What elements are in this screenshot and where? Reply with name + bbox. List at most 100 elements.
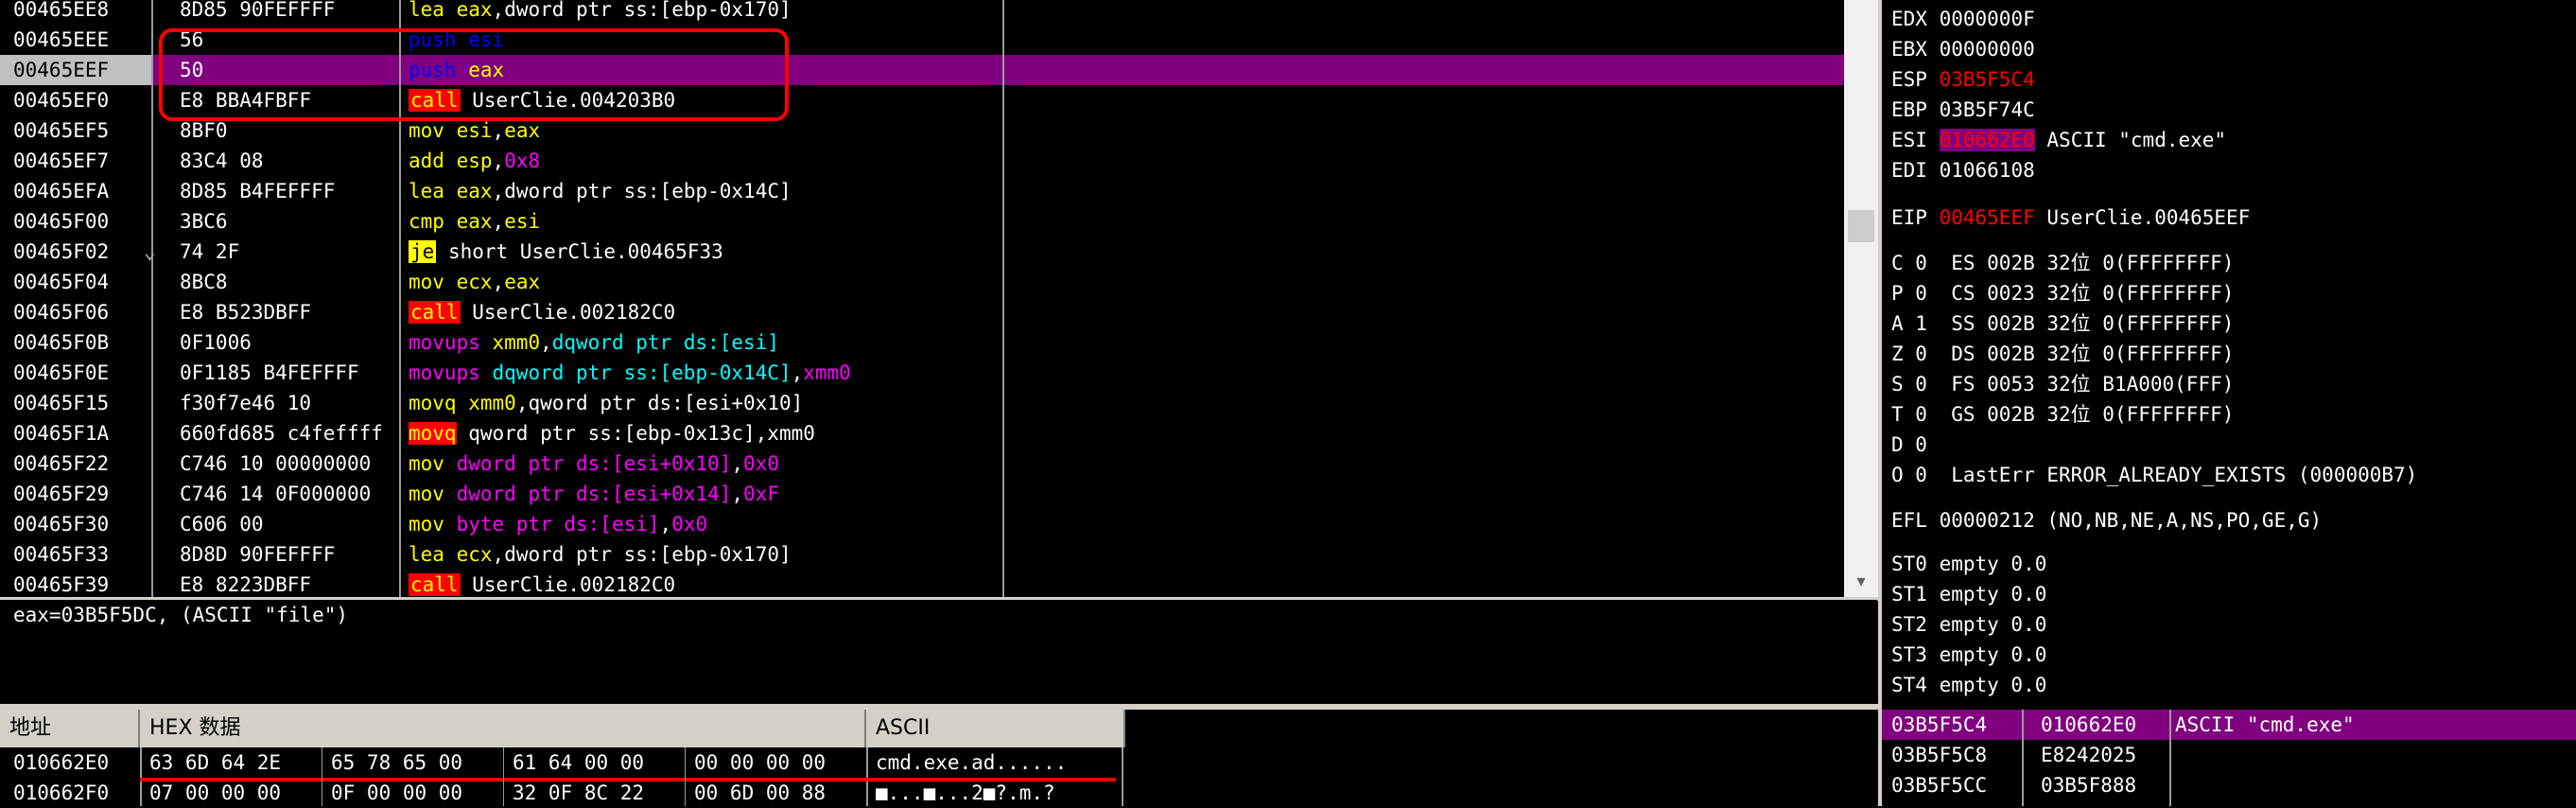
disasm-row[interactable]: 00465F04 8BC8 mov ecx,eax xyxy=(0,267,1844,297)
fpu-row[interactable]: ST3 empty 0.0 xyxy=(1891,640,2046,670)
disasm-row[interactable]: 00465F33 8D8D 90FEFFFF lea ecx,dword ptr s… xyxy=(0,539,1844,570)
register-ebp[interactable]: EBP 03B5F74C xyxy=(1891,95,2035,125)
dump-hex-group[interactable]: 32 0F 8C 22 xyxy=(513,778,644,808)
dump-hex-group[interactable]: 63 6D 64 2E xyxy=(149,747,281,778)
disasm-mnemonic: je xyxy=(409,240,437,263)
disasm-address: 00465F02 xyxy=(13,240,110,263)
disasm-operand: , xyxy=(492,0,505,21)
disasm-operand: , xyxy=(540,331,552,354)
disasm-operand: dword ptr ss:[ebp-0x170] xyxy=(504,543,792,566)
disasm-operand: byte ptr ds:[esi] xyxy=(456,513,660,536)
segment-value: DS 002B 32位 0(FFFFFFFF) xyxy=(1951,343,2235,365)
flag-value: D 0 xyxy=(1891,433,1927,456)
fpu-row[interactable]: ST4 empty 0.0 xyxy=(1891,670,2046,700)
flag-row[interactable]: O 0 LastErr ERROR_ALREADY_EXISTS (000000… xyxy=(1891,460,2417,490)
register-edi[interactable]: EDI 01066108 xyxy=(1891,155,2035,185)
register-esi[interactable]: ESI 010662E0 ASCII "cmd.exe" xyxy=(1891,125,2226,155)
disasm-mnemonic: call xyxy=(409,301,461,324)
disasm-bytes: 74 2F xyxy=(180,240,240,263)
fpu-row[interactable]: ST1 empty 0.0 xyxy=(1891,579,2046,609)
disasm-operand: dword ptr ss:[ebp-0x170] xyxy=(504,0,792,21)
dump-header-ascii[interactable]: ASCII xyxy=(866,710,1125,747)
dump-hex-group[interactable]: 07 00 00 00 xyxy=(149,778,281,808)
fpu-row[interactable]: ST2 empty 0.0 xyxy=(1891,609,2046,640)
disasm-instruction: lea eax,dword ptr ss:[ebp-0x14C] xyxy=(409,176,792,206)
register-value: 03B5F5C4 xyxy=(1939,68,2035,91)
disasm-instruction: movups xmm0,dqword ptr ds:[esi] xyxy=(409,327,779,358)
stack-row[interactable]: 03B5F5C8 E8242025 xyxy=(1882,740,2576,770)
flag-row[interactable]: S 0 FS 0053 32位 B1A000(FFF) xyxy=(1891,369,2234,399)
flag-row[interactable]: C 0 ES 002B 32位 0(FFFFFFFF) xyxy=(1891,248,2234,278)
dump-hex-group[interactable]: 65 78 65 00 xyxy=(331,747,462,778)
stack-row[interactable]: 03B5F5CC 03B5F888 xyxy=(1882,770,2576,800)
register-esp[interactable]: ESP 03B5F5C4 xyxy=(1891,64,2035,95)
dump-hex-group[interactable]: 00 6D 00 88 xyxy=(694,778,826,808)
disasm-address: 00465F22 xyxy=(13,452,110,475)
disasm-address: 00465F1A xyxy=(13,422,110,445)
disasm-operand: 0x0 xyxy=(671,513,708,536)
info-line: eax=03B5F5DC, (ASCII "file") xyxy=(13,604,349,626)
stack-row[interactable]: 03B5F5C4 010662E0 ASCII "cmd.exe" xyxy=(1882,710,2576,740)
flag-row[interactable]: T 0 GS 002B 32位 0(FFFFFFFF) xyxy=(1891,399,2234,430)
disasm-row[interactable]: 00465EFA 8D85 B4FEFFFF lea eax,dword ptr s… xyxy=(0,176,1844,206)
dump-header-address[interactable]: 地址 xyxy=(0,710,140,747)
fpu-row[interactable]: ST0 empty 0.0 xyxy=(1891,549,2046,579)
registers-pane[interactable]: EDX 0000000F EBX 00000000 ESP 03B5F5C4 E… xyxy=(1882,0,2576,704)
disasm-row[interactable]: 00465EF7 83C4 08 add esp,0x8 xyxy=(0,146,1844,176)
disasm-mnemonic: lea xyxy=(409,543,444,566)
flag-row[interactable]: P 0 CS 0023 32位 0(FFFFFFFF) xyxy=(1891,278,2234,308)
disassembly-pane[interactable]: 00465EE8 8D85 90FEFFFF lea eax,dword ptr s… xyxy=(0,0,1844,597)
disasm-bytes: 8D85 B4FEFFFF xyxy=(180,180,336,202)
scroll-down-arrow-icon[interactable]: ▾ xyxy=(1844,568,1878,596)
disasm-address: 00465EF5 xyxy=(13,119,110,142)
annotation-box xyxy=(159,28,789,121)
disasm-row[interactable]: 00465F06 E8 B523DBFF call UserClie.002182C… xyxy=(0,297,1844,327)
scrollbar-thumb[interactable] xyxy=(1848,210,1874,242)
register-value: 03B5F74C xyxy=(1939,98,2035,121)
disasm-row[interactable]: 00465F02 74 2F ⌄ je short UserClie.00465F33 xyxy=(0,237,1844,267)
register-name: EIP xyxy=(1891,206,1927,229)
disasm-mnemonic: movq xyxy=(409,392,457,414)
dump-address: 010662F0 xyxy=(13,782,110,804)
dump-ascii[interactable]: ■...■...2■?.m.? xyxy=(876,778,1055,808)
disasm-row[interactable]: 00465F22 C746 10 00000000 mov dword ptr ds… xyxy=(0,448,1844,479)
flag-value: O 0 xyxy=(1891,464,1927,486)
hex-dump-pane[interactable]: 地址 HEX 数据 ASCII 010662E0 63 6D 64 2E 65 78… xyxy=(0,710,1877,806)
dump-header-hex[interactable]: HEX 数据 xyxy=(140,710,866,747)
disasm-bytes: C606 00 xyxy=(180,513,264,536)
disasm-mnemonic: mov xyxy=(409,483,444,505)
segment-value: SS 002B 32位 0(FFFFFFFF) xyxy=(1951,312,2235,335)
eflags[interactable]: EFL 00000212 (NO,NB,NE,A,NS,PO,GE,G) xyxy=(1891,505,2322,536)
disasm-row[interactable]: 00465F30 C606 00 mov byte ptr ds:[esi],0x0 xyxy=(0,509,1844,539)
disasm-row[interactable]: 00465F0B 0F1006 movups xmm0,dqword ptr ds:… xyxy=(0,327,1844,358)
disasm-address: 00465F00 xyxy=(13,210,110,233)
disasm-row[interactable]: 00465F29 C746 14 0F000000 mov dword ptr ds… xyxy=(0,479,1844,509)
stack-pane[interactable]: 03B5F5C4 010662E0 ASCII "cmd.exe" 03B5F5C8 E… xyxy=(1882,710,2576,806)
disasm-row[interactable]: 00465F39 E8 8223DBFF call UserClie.002182C… xyxy=(0,570,1844,597)
disasm-operand: eax xyxy=(504,119,541,142)
dump-ascii[interactable]: cmd.exe.ad...... xyxy=(876,747,1067,778)
disasm-row[interactable]: 00465F15 f30f7e46 10 movq xmm0,qword ptr d… xyxy=(0,388,1844,418)
disasm-row[interactable]: 00465F00 3BC6 cmp eax,esi xyxy=(0,206,1844,237)
register-ebx[interactable]: EBX 00000000 xyxy=(1891,34,2035,64)
flag-row[interactable]: A 1 SS 002B 32位 0(FFFFFFFF) xyxy=(1891,308,2234,339)
register-name: ESP xyxy=(1891,68,1927,91)
disasm-row[interactable]: 00465F1A 660fd685 c4feffff movq qword ptr … xyxy=(0,418,1844,448)
disasm-mnemonic: movups xyxy=(409,361,480,384)
register-edx[interactable]: EDX 0000000F xyxy=(1891,4,2035,34)
dump-hex-group[interactable]: 61 64 00 00 xyxy=(513,747,644,778)
column-divider xyxy=(140,747,142,806)
disasm-scrollbar[interactable]: ▾ xyxy=(1844,0,1878,597)
dump-hex-group[interactable]: 0F 00 00 00 xyxy=(331,778,462,808)
dump-hex-group[interactable]: 00 00 00 00 xyxy=(694,747,826,778)
disasm-row[interactable]: 00465F0E 0F1185 B4FEFFFF movups dqword ptr… xyxy=(0,358,1844,388)
flag-value: A 1 xyxy=(1891,312,1927,335)
flag-row[interactable]: Z 0 DS 002B 32位 0(FFFFFFFF) xyxy=(1891,339,2234,369)
register-eip[interactable]: EIP 00465EEF UserClie.00465EEF xyxy=(1891,202,2250,233)
disasm-row[interactable]: 00465EE8 8D85 90FEFFFF lea eax,dword ptr s… xyxy=(0,0,1844,25)
flag-row[interactable]: D 0 xyxy=(1891,430,1951,460)
disasm-mnemonic: call xyxy=(409,573,461,596)
disasm-operand: qword ptr ss:[ebp-0x13c],xmm0 xyxy=(468,422,815,445)
disasm-operand: , xyxy=(492,543,505,566)
column-divider xyxy=(866,747,868,806)
